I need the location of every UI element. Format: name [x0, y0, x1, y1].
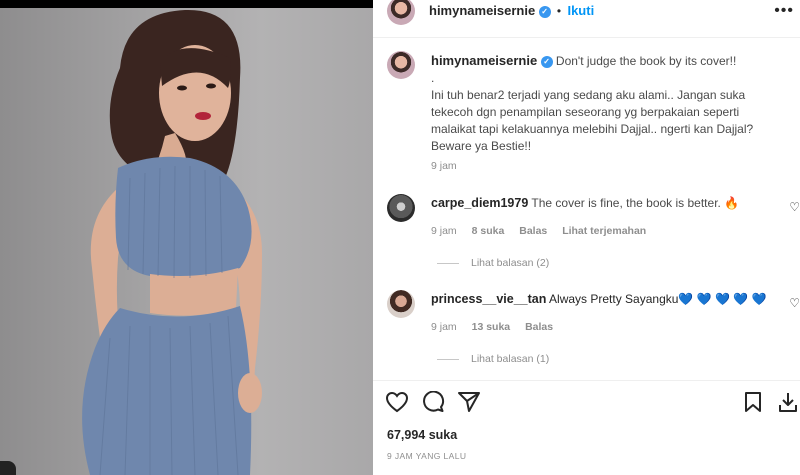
comment-like-heart-icon[interactable]: ♡: [789, 200, 800, 214]
heart-icon[interactable]: [385, 391, 409, 413]
bookmark-icon[interactable]: [743, 391, 763, 413]
separator-dot: •: [556, 4, 562, 18]
caption-avatar[interactable]: [387, 51, 415, 79]
caption-time: 9 jam: [431, 160, 457, 172]
comment-like-count[interactable]: 8 suka: [472, 225, 505, 237]
post-timestamp[interactable]: 9 JAM YANG LALU: [387, 451, 466, 461]
replies-divider: [437, 358, 459, 360]
comment-time: 9 jam: [431, 225, 457, 237]
photo-corner-badge: [0, 461, 16, 475]
photo-illustration: [82, 9, 262, 475]
verified-badge-icon: ✓: [538, 5, 551, 18]
comment-row: carpe_diem1979 The cover is fine, the bo…: [431, 196, 739, 210]
likes-count[interactable]: 67,994 suka: [387, 428, 457, 442]
comments-list: himynameisernie ✓ Don't judge the book b…: [373, 39, 800, 379]
comment-like-heart-icon[interactable]: ♡: [789, 296, 800, 310]
more-horizontal-icon[interactable]: •••: [774, 2, 794, 20]
comment-text: The cover is fine, the book is better. 🔥: [531, 196, 740, 210]
commenter-avatar[interactable]: [387, 290, 415, 318]
post-header: himynameisernie ✓ • Ikuti •••: [373, 0, 800, 38]
caption-body: Ini tuh benar2 terjadi yang sedang aku a…: [431, 88, 754, 153]
post-details-panel: himynameisernie ✓ • Ikuti ••• himynameis…: [373, 0, 800, 475]
comment-reply-button[interactable]: Balas: [519, 225, 547, 237]
follow-button[interactable]: Ikuti: [567, 3, 594, 18]
view-replies-label: Lihat balasan (1): [471, 353, 550, 365]
comment-like-count[interactable]: 13 suka: [472, 321, 511, 333]
author-username[interactable]: himynameisernie: [429, 3, 535, 18]
caption-first-line: Don't judge the book by its cover!!: [555, 54, 737, 68]
caption: himynameisernie ✓ Don't judge the book b…: [431, 52, 776, 155]
view-replies-button[interactable]: Lihat balasan (1): [437, 353, 549, 365]
post-image[interactable]: [0, 0, 373, 475]
comment-reply-button[interactable]: Balas: [525, 321, 553, 333]
view-replies-label: Lihat balasan (2): [471, 257, 550, 269]
comment-username[interactable]: carpe_diem1979: [431, 196, 528, 210]
comment-text: Always Pretty Sayangku💙 💙 💙 💙 💙: [549, 292, 767, 306]
comment-meta: 9 jam 8 suka Balas Lihat terjemahan: [431, 225, 646, 237]
verified-badge-icon: ✓: [540, 55, 553, 68]
comment-row: princess__vie__tan Always Pretty Sayangk…: [431, 292, 766, 306]
commenter-avatar[interactable]: [387, 194, 415, 222]
comment-time: 9 jam: [431, 321, 457, 333]
send-icon[interactable]: [457, 391, 481, 413]
comment-username[interactable]: princess__vie__tan: [431, 292, 546, 306]
header-author-row: himynameisernie ✓ • Ikuti: [429, 3, 594, 18]
comment-translate-button[interactable]: Lihat terjemahan: [562, 225, 646, 237]
caption-username[interactable]: himynameisernie: [431, 53, 537, 68]
replies-divider: [437, 262, 459, 264]
download-icon[interactable]: [777, 391, 799, 413]
action-bar: 67,994 suka 9 JAM YANG LALU: [373, 380, 800, 475]
comment-icon[interactable]: [421, 391, 445, 413]
view-replies-button[interactable]: Lihat balasan (2): [437, 257, 549, 269]
comment-meta: 9 jam 13 suka Balas: [431, 321, 553, 333]
author-avatar[interactable]: [387, 0, 415, 25]
caption-dot-line: .: [431, 71, 435, 85]
